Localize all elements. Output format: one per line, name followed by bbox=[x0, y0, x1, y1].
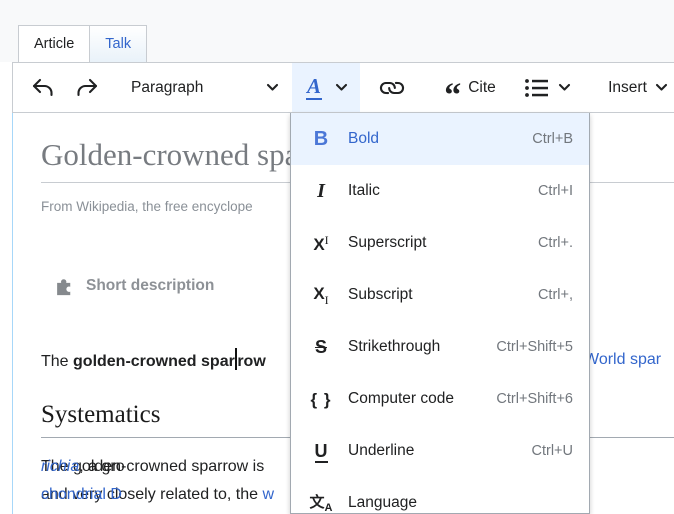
visual-editor-screen: Article Talk Paragraph A bbox=[0, 0, 674, 514]
namespace-tabs: Article Talk bbox=[18, 25, 147, 62]
menu-item-language[interactable]: 文A Language bbox=[291, 477, 589, 514]
subscript-icon: XI bbox=[307, 284, 335, 306]
text-style-icon: A bbox=[306, 76, 322, 100]
cite-button[interactable]: “ Cite bbox=[427, 63, 513, 112]
menu-item-italic[interactable]: I Italic Ctrl+I bbox=[291, 165, 589, 217]
menu-item-shortcut: Ctrl+U bbox=[532, 443, 574, 459]
menu-item-label: Italic bbox=[348, 182, 538, 200]
menu-item-shortcut: Ctrl+. bbox=[538, 235, 573, 251]
tab-article-label: Article bbox=[34, 36, 74, 52]
menu-item-computer-code[interactable]: { } Computer code Ctrl+Shift+6 bbox=[291, 373, 589, 425]
menu-item-superscript[interactable]: XI Superscript Ctrl+. bbox=[291, 217, 589, 269]
editor-toolbar: Paragraph A “ Cite Insert bbox=[12, 62, 674, 113]
body-text: , a gro bbox=[79, 458, 124, 475]
page-header: Article Talk bbox=[0, 0, 674, 62]
menu-item-label: Bold bbox=[348, 130, 532, 148]
language-icon: 文A bbox=[307, 492, 335, 514]
menu-item-shortcut: Ctrl+I bbox=[538, 183, 573, 199]
italic-icon: I bbox=[307, 181, 335, 201]
underline-icon: U bbox=[307, 442, 335, 460]
intro-bold-text: row bbox=[237, 353, 265, 370]
menu-item-subscript[interactable]: XI Subscript Ctrl+, bbox=[291, 269, 589, 321]
menu-item-shortcut: Ctrl+Shift+5 bbox=[496, 339, 573, 355]
paragraph-format-dropdown[interactable]: Paragraph bbox=[117, 63, 289, 112]
bullet-list-icon bbox=[524, 77, 550, 99]
link-icon bbox=[375, 71, 409, 105]
short-description-template[interactable]: Short description bbox=[53, 275, 214, 296]
puzzle-icon bbox=[53, 275, 77, 296]
intro-bold-text: golden-crowned spar bbox=[73, 353, 235, 370]
world-sparrow-link[interactable]: World spar bbox=[584, 351, 661, 368]
short-description-label: Short description bbox=[86, 277, 214, 295]
list-structure-dropdown[interactable] bbox=[517, 63, 577, 112]
insert-label: Insert bbox=[608, 79, 647, 97]
menu-item-shortcut: Ctrl+, bbox=[538, 287, 573, 303]
site-subtitle: From Wikipedia, the free encyclope bbox=[41, 199, 253, 214]
text-style-menu: B Bold Ctrl+B I Italic Ctrl+I XI Supersc… bbox=[290, 113, 590, 514]
menu-item-label: Subscript bbox=[348, 286, 538, 304]
chevron-down-icon bbox=[558, 83, 571, 92]
intro-paragraph[interactable]: The golden-crowned sparrow bbox=[41, 348, 266, 373]
menu-item-label: Underline bbox=[348, 442, 532, 460]
cite-label: Cite bbox=[468, 79, 496, 97]
bold-icon: B bbox=[307, 129, 335, 149]
chevron-down-icon bbox=[335, 83, 348, 92]
text-style-dropdown[interactable]: A bbox=[292, 63, 360, 112]
zonotrichia-link[interactable]: richia bbox=[41, 458, 79, 475]
menu-item-underline[interactable]: U Underline Ctrl+U bbox=[291, 425, 589, 477]
redo-icon bbox=[75, 77, 99, 99]
code-braces-icon: { } bbox=[307, 390, 335, 408]
tab-talk[interactable]: Talk bbox=[90, 25, 147, 62]
menu-item-strikethrough[interactable]: S Strikethrough Ctrl+Shift+5 bbox=[291, 321, 589, 373]
tab-article[interactable]: Article bbox=[18, 25, 90, 62]
undo-button[interactable] bbox=[27, 63, 59, 112]
undo-icon bbox=[31, 77, 55, 99]
link-button[interactable] bbox=[371, 63, 413, 112]
menu-item-shortcut: Ctrl+Shift+6 bbox=[496, 391, 573, 407]
intro-lead-text: The bbox=[41, 353, 73, 370]
tab-talk-label: Talk bbox=[105, 36, 131, 52]
superscript-icon: XI bbox=[307, 234, 335, 253]
menu-item-shortcut: Ctrl+B bbox=[532, 131, 573, 147]
chevron-down-icon bbox=[655, 83, 668, 92]
paragraph-format-label: Paragraph bbox=[131, 79, 203, 97]
menu-item-bold[interactable]: B Bold Ctrl+B bbox=[291, 113, 589, 165]
menu-item-label: Strikethrough bbox=[348, 338, 496, 356]
body-line-fragment[interactable]: richia, a gro bbox=[41, 455, 125, 478]
mitochondrial-dna-link[interactable]: chondrial D bbox=[41, 486, 122, 503]
white-crowned-sparrow-link[interactable]: w bbox=[262, 486, 274, 503]
intro-paragraph-fragment[interactable]: World spar bbox=[584, 348, 661, 371]
insert-dropdown[interactable]: Insert bbox=[597, 63, 674, 112]
chevron-down-icon bbox=[266, 83, 279, 92]
menu-item-label: Language bbox=[348, 494, 573, 512]
body-line-fragment[interactable]: chondrial D bbox=[41, 483, 122, 506]
menu-item-label: Computer code bbox=[348, 390, 496, 408]
menu-item-label: Superscript bbox=[348, 234, 538, 252]
redo-button[interactable] bbox=[71, 63, 103, 112]
strikethrough-icon: S bbox=[307, 338, 335, 356]
